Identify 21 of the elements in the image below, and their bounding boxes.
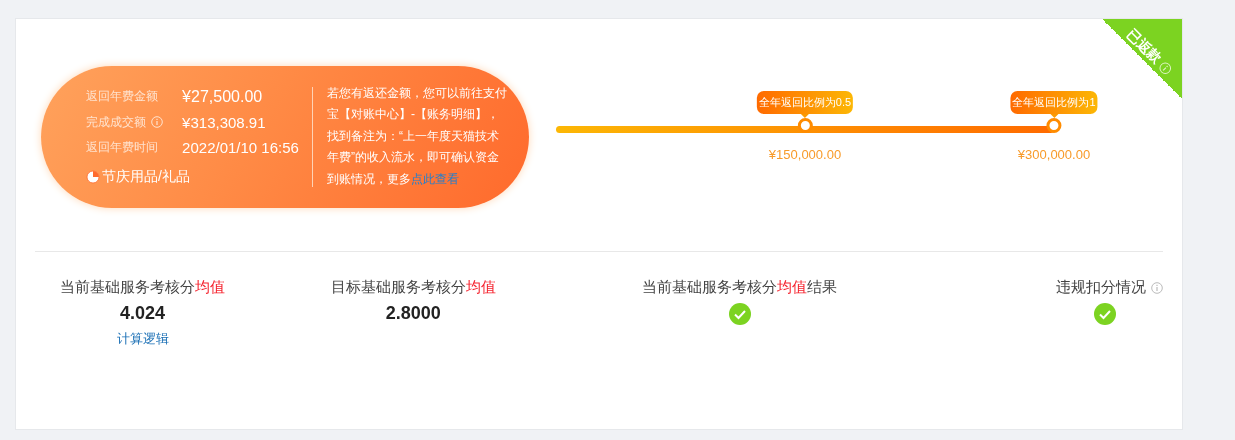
field-value: ¥27,500.00 (182, 87, 264, 106)
field-value: 2022/01/10 16:56 (182, 138, 300, 156)
status-label: 已返款 (1122, 25, 1165, 68)
category-label: 节庆用品/礼品 (102, 167, 190, 186)
metric-value: 2.8000 (385, 303, 441, 324)
metric-title: 当前基础服务考核分均值 (60, 278, 225, 297)
metric-title: 违规扣分情况 (1056, 278, 1146, 297)
pie-icon (86, 169, 100, 184)
milestone-amount: ¥150,000.00 (768, 146, 842, 162)
milestone-amount: ¥300,000.00 (1017, 146, 1091, 162)
info-icon (1151, 281, 1163, 294)
calculation-link[interactable]: 计算逻辑 (116, 330, 169, 348)
info-icon (151, 116, 163, 128)
field-label: 完成成交额 (86, 113, 146, 131)
field-label: 返回年费时间 (86, 138, 158, 156)
metric-title: 当前基础服务考核分均值结果 (642, 278, 838, 297)
metric-title: 目标基础服务考核分均值 (330, 278, 496, 297)
field-value: ¥313,308.91 (182, 113, 267, 131)
refund-note: 若您有返还金额，您可以前往支付宝【对账中心】-【账务明细】，找到备注为：“上一年度天猫技术年费”的收入流水，即可确认资金到账情况，更多点此查看 (327, 84, 507, 188)
field-label: 返回年费金额 (86, 88, 158, 105)
metric-value: 4.024 (119, 303, 165, 324)
